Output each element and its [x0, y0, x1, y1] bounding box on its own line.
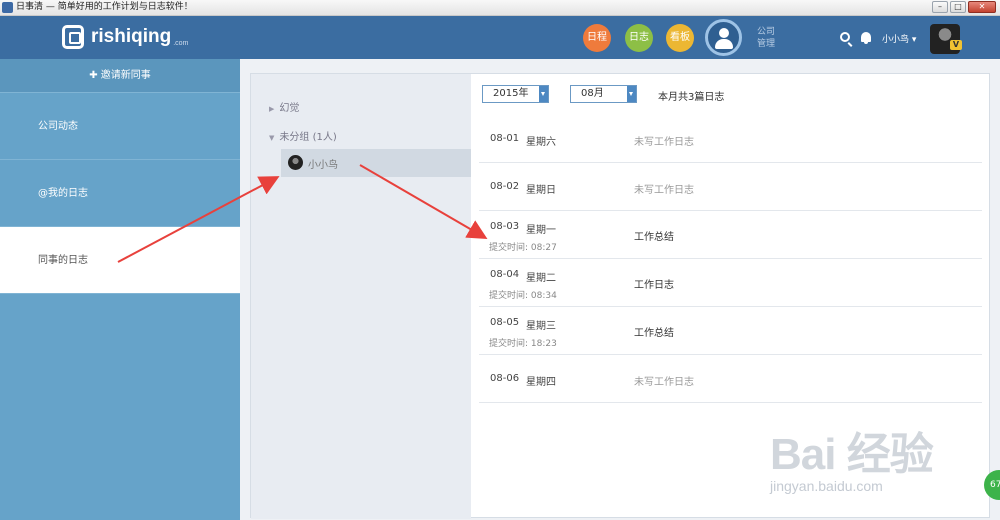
maximize-button[interactable]: □: [950, 1, 966, 13]
company-management-link[interactable]: 公司管理: [757, 26, 777, 50]
caret-right-icon: ▶: [269, 105, 275, 113]
journal-weekday: 星期日: [526, 185, 556, 196]
search-icon[interactable]: [840, 32, 850, 42]
add-user-icon: ✚: [89, 70, 98, 81]
logo-text: rishiqing: [91, 26, 172, 47]
team-user-icon[interactable]: [705, 19, 742, 56]
journal-status[interactable]: 工作总结: [634, 228, 674, 243]
journal-row[interactable]: 08-04 星期二 提交时间: 08:34 工作日志: [479, 259, 982, 307]
journal-date: 08-02: [490, 181, 520, 192]
journal-date: 08-04: [490, 269, 520, 280]
year-select[interactable]: 2015年: [482, 85, 549, 103]
journal-date: 08-01: [490, 133, 520, 144]
monthly-summary: 本月共3篇日志: [658, 92, 725, 103]
logo-suffix: .com: [173, 39, 189, 47]
journal-status: 未写工作日志: [634, 137, 694, 148]
close-button[interactable]: ✕: [968, 1, 996, 13]
year-value: 2015年: [493, 88, 529, 99]
sidebar-item-company-news[interactable]: 公司动态: [0, 93, 240, 160]
journal-date: 08-06: [490, 373, 520, 384]
journal-row[interactable]: 08-02 星期日 未写工作日志: [479, 163, 982, 211]
nav-board-button[interactable]: 看板: [666, 24, 694, 52]
window-titlebar: 日事清 — 简单好用的工作计划与日志软件！ – □ ✕: [0, 0, 1000, 16]
journal-date: 08-03: [490, 221, 520, 232]
journal-row[interactable]: 08-03 星期一 提交时间: 08:27 工作总结: [479, 211, 982, 259]
vip-badge: V: [950, 40, 962, 50]
journal-weekday: 星期四: [526, 377, 556, 388]
journal-status: 未写工作日志: [634, 377, 694, 388]
bell-icon[interactable]: [861, 32, 871, 44]
journal-date: 08-05: [490, 317, 520, 328]
journal-submit-time: 提交时间: 08:34: [489, 291, 557, 301]
journal-row[interactable]: 08-01 星期六 未写工作日志: [479, 115, 982, 163]
logo[interactable]: rishiqing .com: [62, 25, 188, 49]
journal-row[interactable]: 08-06 星期四 未写工作日志: [479, 355, 982, 403]
journal-submit-time: 提交时间: 18:23: [489, 339, 557, 349]
group-item-ungrouped[interactable]: ▼ 未分组 (1人): [269, 128, 337, 143]
invite-colleague-button[interactable]: ✚ 邀请新同事: [0, 59, 240, 93]
month-value: 08月: [581, 88, 604, 99]
journal-weekday: 星期一: [526, 225, 556, 236]
sidebar-item-my-journal[interactable]: @我的日志: [0, 160, 240, 227]
top-navigation-bar: rishiqing .com 日程 日志 看板 公司管理 小小鸟 ▾: [0, 16, 1000, 59]
nav-journal-button[interactable]: 日志: [625, 24, 653, 52]
journal-submit-time: 提交时间: 08:27: [489, 243, 557, 253]
month-select[interactable]: 08月: [570, 85, 637, 103]
minimize-button[interactable]: –: [932, 1, 948, 13]
window-controls: – □ ✕: [932, 1, 996, 13]
invite-label: 邀请新同事: [100, 70, 151, 81]
watermark-logo: Bai 经验: [770, 430, 934, 479]
member-avatar: [288, 155, 303, 170]
member-name: 小小鸟: [308, 160, 338, 171]
group-label: 未分组 (1人): [279, 132, 337, 143]
chevron-down-icon: [539, 86, 548, 102]
journal-status: 未写工作日志: [634, 185, 694, 196]
member-item[interactable]: 小小鸟: [281, 149, 471, 177]
app-icon: [2, 2, 13, 13]
window-title: 日事清 — 简单好用的工作计划与日志软件！: [16, 2, 193, 12]
caret-down-icon: ▼: [269, 134, 275, 142]
sidebar: ✚ 邀请新同事 公司动态 @我的日志 同事的日志: [0, 59, 240, 520]
group-list: ▶ 幻觉 ▼ 未分组 (1人) 小小鸟: [251, 74, 471, 519]
journal-weekday: 星期二: [526, 273, 556, 284]
baidu-watermark: Bai 经验 jingyan.baidu.com: [770, 418, 934, 494]
group-item-huanjue[interactable]: ▶ 幻觉: [269, 99, 299, 114]
group-label: 幻觉: [279, 103, 300, 114]
chevron-down-icon: [627, 86, 636, 102]
nav-schedule-button[interactable]: 日程: [583, 24, 611, 52]
journal-weekday: 星期三: [526, 321, 556, 332]
journal-status[interactable]: 工作日志: [634, 276, 674, 291]
user-menu[interactable]: 小小鸟 ▾: [882, 32, 916, 45]
journal-status[interactable]: 工作总结: [634, 324, 674, 339]
journal-row[interactable]: 08-05 星期三 提交时间: 18:23 工作总结: [479, 307, 982, 355]
sidebar-item-colleague-journal[interactable]: 同事的日志: [0, 227, 240, 294]
logo-icon: [62, 25, 84, 49]
journal-weekday: 星期六: [526, 137, 556, 148]
